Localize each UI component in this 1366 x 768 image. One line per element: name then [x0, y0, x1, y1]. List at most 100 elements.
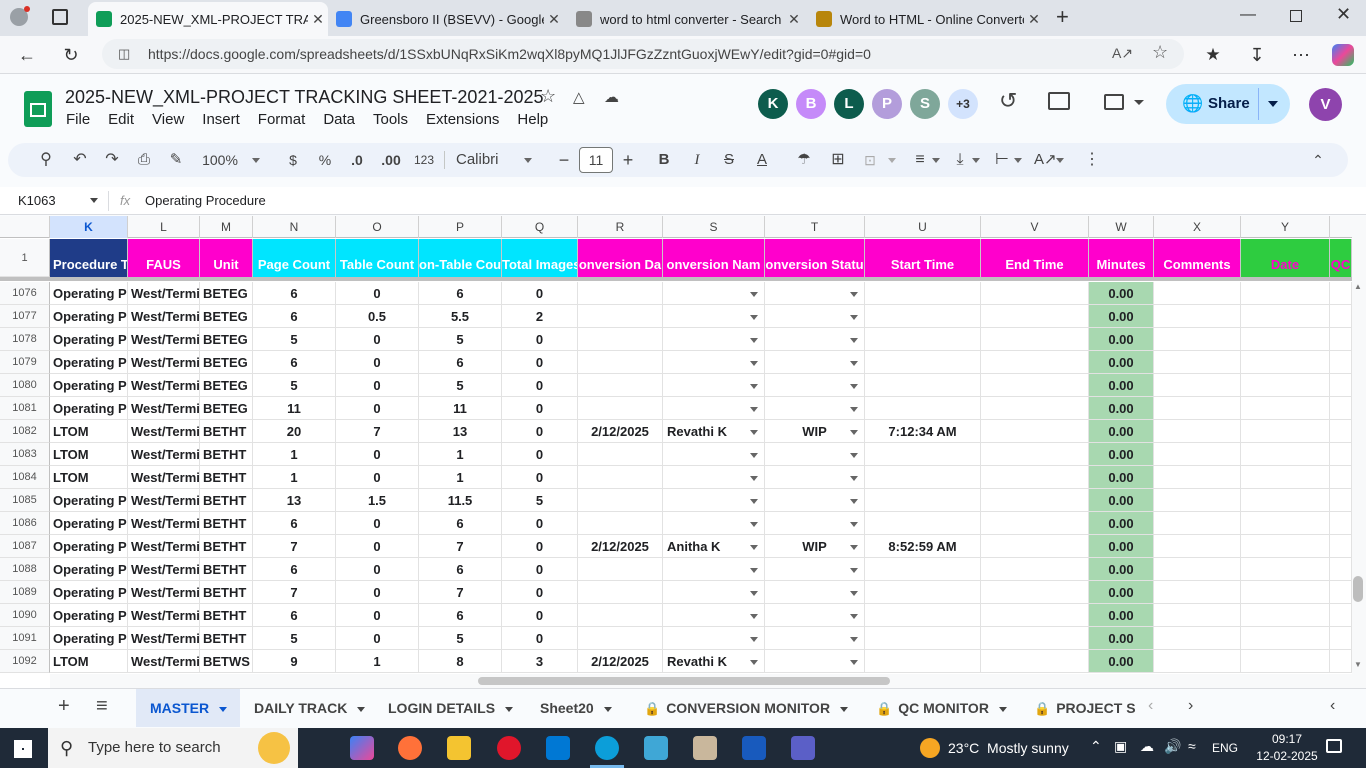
scroll-tabs-right-icon[interactable]: ›: [1188, 697, 1193, 715]
table-cell[interactable]: [1154, 351, 1241, 374]
header-cell[interactable]: QC: [1330, 239, 1352, 277]
table-cell[interactable]: BETEG: [200, 374, 253, 397]
favorite-star-icon[interactable]: ☆: [1152, 42, 1168, 63]
table-cell[interactable]: 2/12/2025: [578, 650, 663, 673]
table-cell[interactable]: BETHT: [200, 443, 253, 466]
browser-tab[interactable]: word to html converter - Search ✕: [568, 2, 804, 36]
table-cell[interactable]: 0: [336, 351, 419, 374]
table-cell[interactable]: 6: [253, 512, 336, 535]
increase-font-size-icon[interactable]: +: [620, 143, 636, 177]
table-cell[interactable]: 1: [253, 466, 336, 489]
table-cell[interactable]: West/Termi: [128, 558, 200, 581]
table-cell[interactable]: [578, 512, 663, 535]
table-cell[interactable]: 5.5: [419, 305, 502, 328]
cell-dropdown-icon[interactable]: [850, 637, 858, 642]
table-cell[interactable]: [1330, 351, 1352, 374]
table-cell[interactable]: 6: [419, 282, 502, 305]
table-cell[interactable]: [865, 282, 981, 305]
table-cell[interactable]: 5: [502, 489, 578, 512]
close-tab-icon[interactable]: ✕: [784, 11, 804, 28]
network-icon[interactable]: ▣: [1114, 738, 1127, 755]
table-cell[interactable]: 0.00: [1089, 650, 1154, 673]
table-cell[interactable]: BETHT: [200, 466, 253, 489]
table-cell[interactable]: [1330, 466, 1352, 489]
table-cell[interactable]: 0: [336, 627, 419, 650]
percent-format-button[interactable]: %: [316, 143, 334, 177]
table-cell[interactable]: [1241, 397, 1330, 420]
table-cell[interactable]: [1330, 627, 1352, 650]
table-cell[interactable]: [1154, 282, 1241, 305]
table-cell[interactable]: Operating Pr: [50, 397, 128, 420]
table-cell[interactable]: West/Termi: [128, 604, 200, 627]
game-icon[interactable]: [644, 736, 668, 760]
table-cell[interactable]: [981, 512, 1089, 535]
valign-dropdown-icon[interactable]: [972, 158, 980, 163]
menu-format[interactable]: Format: [258, 111, 306, 128]
table-cell[interactable]: [1330, 604, 1352, 627]
word-icon[interactable]: [742, 736, 766, 760]
table-cell[interactable]: 6: [419, 604, 502, 627]
table-cell[interactable]: [1330, 512, 1352, 535]
new-tab-button[interactable]: +: [1056, 4, 1076, 30]
table-cell[interactable]: BETWS: [200, 650, 253, 673]
bold-icon[interactable]: B: [655, 143, 673, 177]
table-cell[interactable]: LTOM: [50, 443, 128, 466]
row-header[interactable]: 1083: [0, 443, 50, 466]
table-cell[interactable]: LTOM: [50, 466, 128, 489]
collaborator-avatar[interactable]: B: [796, 89, 826, 119]
tab-actions-icon[interactable]: [52, 9, 68, 25]
table-cell[interactable]: LTOM: [50, 650, 128, 673]
cell-dropdown-icon[interactable]: [750, 476, 758, 481]
table-cell[interactable]: [865, 489, 981, 512]
browser-tab[interactable]: Greensboro II (BSEVV) - Google D ✕: [328, 2, 564, 36]
row-header[interactable]: 1086: [0, 512, 50, 535]
row-header[interactable]: 1079: [0, 351, 50, 374]
table-cell[interactable]: [1330, 650, 1352, 673]
table-cell[interactable]: [865, 604, 981, 627]
table-cell[interactable]: Operating Pr: [50, 351, 128, 374]
search-menus-icon[interactable]: ⚲: [36, 143, 56, 177]
row-header[interactable]: 1092: [0, 650, 50, 673]
table-cell[interactable]: [578, 604, 663, 627]
print-icon[interactable]: ⎙: [134, 143, 154, 177]
share-dropdown-icon[interactable]: [1268, 101, 1278, 107]
horizontal-align-icon[interactable]: ≡: [910, 143, 930, 177]
table-cell[interactable]: 1: [253, 443, 336, 466]
cell-dropdown-icon[interactable]: [850, 407, 858, 412]
table-cell[interactable]: [1241, 558, 1330, 581]
table-cell[interactable]: 0.00: [1089, 466, 1154, 489]
scroll-down-icon[interactable]: ▼: [1354, 660, 1362, 669]
table-cell[interactable]: 7: [253, 535, 336, 558]
sheet-tab[interactable]: LOGIN DETAILS: [374, 689, 526, 727]
table-cell[interactable]: [865, 443, 981, 466]
column-header-X[interactable]: X: [1154, 216, 1241, 238]
table-cell[interactable]: [1154, 443, 1241, 466]
table-cell[interactable]: BETHT: [200, 489, 253, 512]
table-cell[interactable]: BETEG: [200, 397, 253, 420]
table-cell[interactable]: 1.5: [336, 489, 419, 512]
table-cell[interactable]: [578, 397, 663, 420]
text-color-icon[interactable]: A: [752, 143, 772, 177]
row-header[interactable]: 1082: [0, 420, 50, 443]
table-cell[interactable]: 0: [336, 397, 419, 420]
menu-tools[interactable]: Tools: [373, 111, 408, 128]
cell-dropdown-icon[interactable]: [850, 522, 858, 527]
opera-icon[interactable]: [497, 736, 521, 760]
table-cell[interactable]: 0: [336, 512, 419, 535]
clock-date[interactable]: 12-02-2025: [1252, 749, 1322, 763]
table-cell[interactable]: 1: [419, 443, 502, 466]
table-cell[interactable]: 6: [253, 282, 336, 305]
table-cell[interactable]: [865, 374, 981, 397]
column-header-Q[interactable]: Q: [502, 216, 578, 238]
cell-dropdown-icon[interactable]: [850, 430, 858, 435]
table-cell[interactable]: 0: [502, 535, 578, 558]
borders-icon[interactable]: ⊞: [828, 143, 848, 177]
table-cell[interactable]: 0.00: [1089, 328, 1154, 351]
table-cell[interactable]: West/Termi: [128, 282, 200, 305]
table-cell[interactable]: [981, 374, 1089, 397]
sheet-tab[interactable]: 🔒 QC MONITOR: [862, 689, 1020, 727]
table-cell[interactable]: [1154, 650, 1241, 673]
header-cell[interactable]: FAUS: [128, 239, 200, 277]
header-cell[interactable]: Date: [1241, 239, 1330, 277]
table-cell[interactable]: BETEG: [200, 305, 253, 328]
